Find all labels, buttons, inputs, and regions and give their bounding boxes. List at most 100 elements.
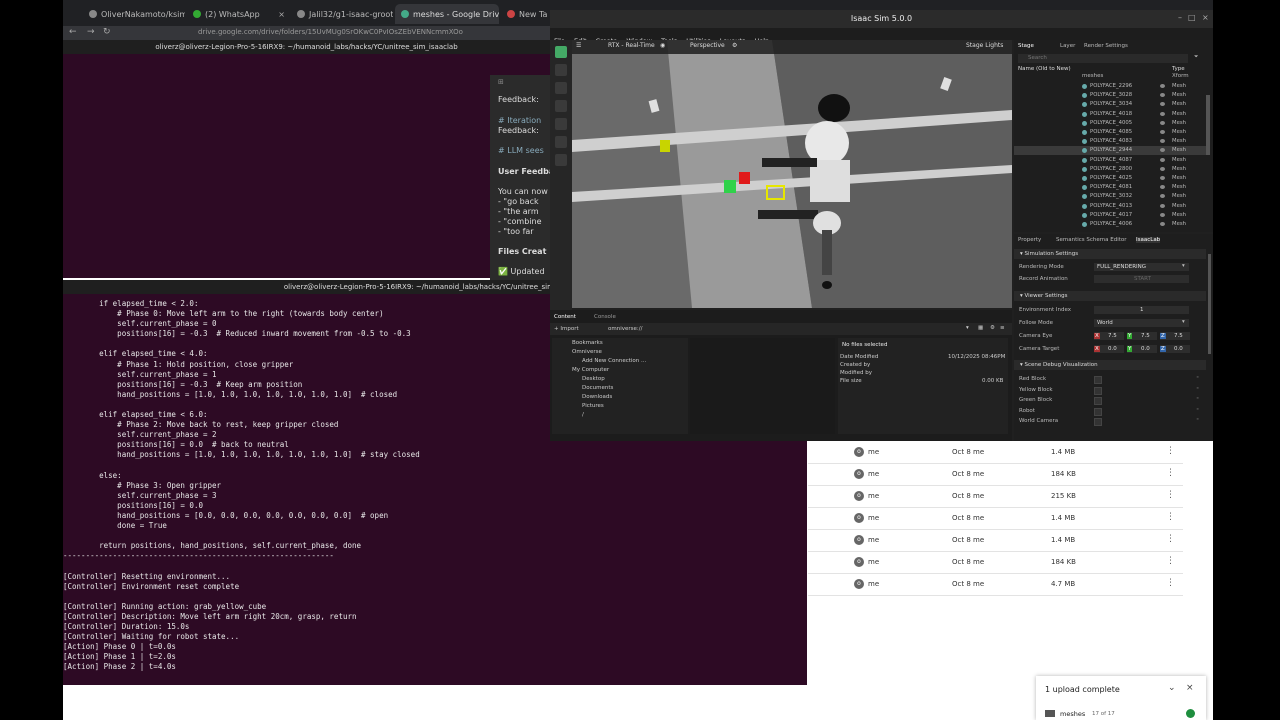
- tab-stage[interactable]: Stage: [1018, 43, 1034, 49]
- scale-tool-icon[interactable]: [555, 100, 567, 112]
- play-tool-icon[interactable]: [555, 154, 567, 166]
- tab-google-drive[interactable]: meshes - Google Drive×: [395, 4, 499, 24]
- stage-item[interactable]: POLYFACE_3034 Mesh: [1014, 100, 1206, 109]
- url-field[interactable]: drive.google.com/drive/folders/15UvMUg0S…: [198, 28, 463, 36]
- camera-target-y[interactable]: Y 0.0: [1127, 345, 1157, 353]
- tree-pictures[interactable]: Pictures: [582, 403, 604, 409]
- visibility-icon[interactable]: [1160, 176, 1165, 180]
- stage-item[interactable]: POLYFACE_4081 Mesh: [1014, 183, 1206, 192]
- close-icon[interactable]: ×: [1202, 13, 1209, 22]
- stage-item[interactable]: POLYFACE_2944 Mesh: [1014, 146, 1206, 156]
- stage-item[interactable]: POLYFACE_4006 Mesh: [1014, 220, 1206, 229]
- simulation-settings-header[interactable]: ▾ Simulation Settings: [1014, 249, 1206, 259]
- props-scrollbar[interactable]: [1208, 254, 1211, 354]
- magnet-tool-icon[interactable]: [555, 136, 567, 148]
- filter-icon[interactable]: ⏷: [1194, 54, 1198, 61]
- settings-icon[interactable]: ⚙: [990, 325, 995, 331]
- visibility-icon[interactable]: [1160, 93, 1165, 98]
- visibility-icon[interactable]: [1160, 212, 1165, 217]
- visibility-icon[interactable]: [1160, 194, 1165, 199]
- visibility-icon[interactable]: [1160, 166, 1165, 171]
- viewer-settings-header[interactable]: ▾ Viewer Settings: [1014, 291, 1206, 301]
- debug-item[interactable]: Yellow Block ◦: [1014, 386, 1206, 395]
- scene-debug-header[interactable]: ▾ Scene Debug Visualization: [1014, 360, 1206, 370]
- camera-target-x[interactable]: X 0.0: [1094, 345, 1124, 353]
- rendering-mode-select[interactable]: FULL_RENDERING ▾: [1094, 263, 1189, 271]
- visibility-icon[interactable]: [1160, 185, 1165, 190]
- visibility-icon[interactable]: [1160, 203, 1165, 208]
- stage-item[interactable]: POLYFACE_4025 Mesh: [1014, 174, 1206, 183]
- tree-omniverse[interactable]: Omniverse: [572, 349, 602, 355]
- visibility-icon[interactable]: [1160, 111, 1165, 116]
- tab-render-settings[interactable]: Render Settings: [1084, 43, 1128, 49]
- eye-icon[interactable]: ◉: [660, 42, 665, 49]
- table-row[interactable]: o me Oct 8 me 1.4 MB ⋮: [808, 529, 1183, 552]
- reset-icon[interactable]: ◦: [1196, 417, 1199, 423]
- tab-semantics[interactable]: Semantics Schema Editor: [1056, 237, 1127, 243]
- debug-item[interactable]: Red Block ◦: [1014, 375, 1206, 384]
- visibility-icon[interactable]: [1160, 148, 1165, 153]
- visibility-icon[interactable]: [1160, 84, 1165, 88]
- table-row[interactable]: o me Oct 8 me 4.7 MB ⋮: [808, 573, 1183, 596]
- debug-item[interactable]: Green Block ◦: [1014, 396, 1206, 405]
- tab-content[interactable]: Content: [554, 314, 576, 320]
- visibility-icon[interactable]: [1160, 157, 1165, 162]
- visibility-icon[interactable]: [1160, 222, 1165, 226]
- camera-eye-x[interactable]: X 7.5: [1094, 332, 1124, 340]
- tab-ksim[interactable]: OliverNakamoto/ksim-zb×: [83, 4, 185, 24]
- camera-eye-z[interactable]: Z 7.5: [1160, 332, 1190, 340]
- content-files[interactable]: [690, 338, 835, 434]
- visibility-icon[interactable]: [1160, 120, 1165, 125]
- checkbox[interactable]: [1094, 376, 1102, 384]
- more-vert-icon[interactable]: ⋮: [1166, 556, 1175, 566]
- stage-item[interactable]: POLYFACE_3028 Mesh: [1014, 91, 1206, 100]
- stage-item[interactable]: POLYFACE_4085 Mesh: [1014, 128, 1206, 137]
- stage-item[interactable]: POLYFACE_4018 Mesh: [1014, 110, 1206, 119]
- env-index-field[interactable]: 1: [1094, 306, 1189, 314]
- camera-target-z[interactable]: Z 0.0: [1160, 345, 1190, 353]
- tree-bookmarks[interactable]: Bookmarks: [572, 340, 603, 346]
- visibility-icon[interactable]: [1160, 130, 1165, 134]
- tab-whatsapp[interactable]: (2) WhatsApp ×: [187, 4, 289, 24]
- tree-root[interactable]: /: [582, 412, 584, 418]
- reset-icon[interactable]: ◦: [1196, 386, 1199, 392]
- table-row[interactable]: o me Oct 8 me 1.4 MB ⋮: [808, 507, 1183, 530]
- stage-root-name[interactable]: meshes: [1082, 73, 1103, 79]
- tree-documents[interactable]: Documents: [582, 385, 613, 391]
- checkbox[interactable]: [1094, 407, 1102, 416]
- rotate-tool-icon[interactable]: [555, 82, 567, 94]
- content-path-field[interactable]: omniverse://: [608, 326, 642, 332]
- tab-layer[interactable]: Layer: [1060, 43, 1075, 49]
- tab-isaaclab[interactable]: IsaacLab: [1136, 237, 1161, 243]
- minimize-icon[interactable]: –: [1178, 13, 1182, 22]
- tree-my-computer[interactable]: My Computer: [572, 367, 609, 373]
- tree-desktop[interactable]: Desktop: [582, 376, 605, 382]
- stage-item[interactable]: POLYFACE_4005 Mesh: [1014, 119, 1206, 128]
- stage-item[interactable]: POLYFACE_2800 Mesh: [1014, 165, 1206, 174]
- move-tool-icon[interactable]: [555, 64, 567, 76]
- select-tool-icon[interactable]: [555, 46, 567, 58]
- tree-downloads[interactable]: Downloads: [582, 394, 612, 400]
- visibility-icon[interactable]: [1160, 102, 1165, 107]
- stage-item[interactable]: POLYFACE_4087 Mesh: [1014, 156, 1206, 165]
- stage-item[interactable]: POLYFACE_4017 Mesh: [1014, 211, 1206, 220]
- stage-scrollbar[interactable]: [1206, 95, 1210, 155]
- settings-icon[interactable]: ⚙: [732, 42, 737, 49]
- tab-new[interactable]: New Tab: [501, 4, 547, 24]
- tab-console[interactable]: Console: [594, 314, 616, 320]
- stage-item[interactable]: POLYFACE_3032 Mesh: [1014, 192, 1206, 201]
- table-row[interactable]: o me Oct 8 me 184 KB ⋮: [808, 551, 1183, 574]
- debug-item[interactable]: Robot ◦: [1014, 407, 1206, 416]
- table-row[interactable]: o me Oct 8 me 215 KB ⋮: [808, 485, 1183, 508]
- follow-mode-select[interactable]: World ▾: [1094, 319, 1189, 327]
- table-row[interactable]: o me Oct 8 me 1.4 MB ⋮: [808, 441, 1183, 464]
- stage-search-input[interactable]: Search: [1018, 54, 1188, 63]
- list-view-icon[interactable]: ≡: [1000, 325, 1005, 331]
- record-start-button[interactable]: START: [1094, 275, 1189, 283]
- close-icon[interactable]: ×: [1186, 683, 1194, 693]
- visibility-icon[interactable]: [1160, 139, 1165, 144]
- stage-item[interactable]: POLYFACE_2296 Mesh: [1014, 82, 1206, 91]
- terminal-top[interactable]: oliverz@oliverz-Legion-Pro-5-16IRX9: ~/h…: [63, 40, 550, 278]
- stage-item[interactable]: POLYFACE_4013 Mesh: [1014, 202, 1206, 211]
- grid-view-icon[interactable]: ▦: [978, 325, 983, 331]
